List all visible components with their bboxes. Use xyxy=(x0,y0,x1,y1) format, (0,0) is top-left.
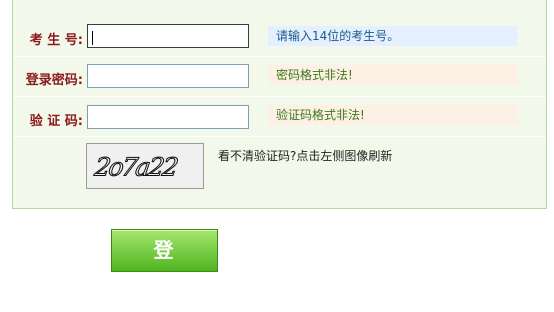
password-input[interactable] xyxy=(87,64,249,88)
login-button[interactable]: 登 录 xyxy=(111,229,218,303)
captcha-message: 验证码格式非法! xyxy=(268,105,518,125)
captcha-refresh-hint: 看不清验证码?点击左侧图像刷新 xyxy=(218,149,393,163)
captcha-glyphs: 2o7a22 xyxy=(91,152,180,182)
exam-id-message: 请输入14位的考生号。 xyxy=(268,26,518,46)
password-message: 密码格式非法! xyxy=(268,65,518,85)
exam-id-input[interactable] xyxy=(87,24,249,48)
password-label: 登录密码: xyxy=(25,73,83,88)
captcha-label: 验 证 码: xyxy=(29,114,83,129)
text-caret xyxy=(92,31,93,45)
captcha-input[interactable] xyxy=(87,105,249,129)
captcha-image[interactable]: 2o7a22 xyxy=(86,143,204,189)
row-divider xyxy=(13,136,546,137)
exam-id-label: 考 生 号: xyxy=(29,33,83,48)
captcha-text: 2o7a22 xyxy=(92,153,180,182)
row-divider xyxy=(13,56,546,57)
row-divider xyxy=(13,96,546,97)
